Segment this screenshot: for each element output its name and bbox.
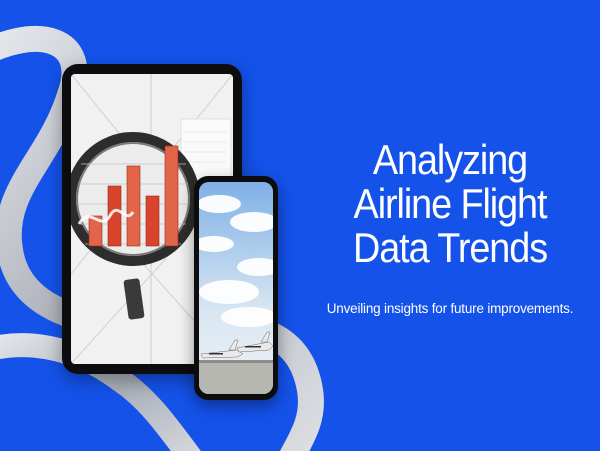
slide-headline: Analyzing Airline Flight Data Trends (315, 138, 585, 270)
jets-on-tarmac-image (199, 182, 273, 394)
slide-subtitle: Unveiling insights for future improvemen… (326, 301, 574, 316)
magnifier-bar (164, 145, 179, 247)
headline-line-2: Airline Flight (353, 180, 548, 227)
headline-line-1: Analyzing (372, 136, 528, 183)
magnifier-bar (126, 165, 141, 247)
phone-device (194, 176, 278, 400)
presentation-slide: Analyzing Airline Flight Data Trends Unv… (0, 0, 600, 451)
magnifier-bar (145, 195, 160, 247)
phone-screen (199, 182, 273, 394)
headline-line-3: Data Trends (352, 224, 548, 271)
